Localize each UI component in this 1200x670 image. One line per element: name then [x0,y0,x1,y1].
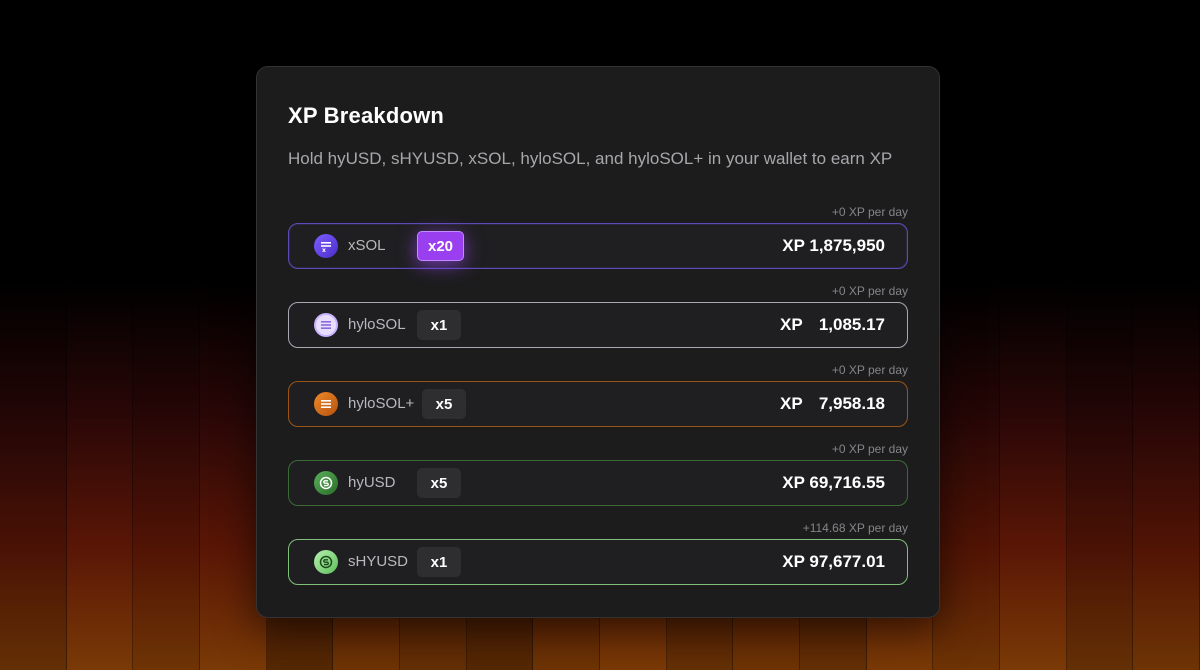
token-name: xSOL [348,237,386,254]
per-day-rate: +0 XP per day [831,363,908,377]
hyusd-icon [314,471,338,495]
xsol-icon: x [314,234,338,258]
token-name: hyloSOL [348,316,406,333]
card-title: XP Breakdown [288,103,445,128]
multiplier-badge: x5 [417,468,461,498]
token-row[interactable]: hyloSOL x1 XP 1,085.17 [288,302,908,348]
svg-text:x: x [322,247,326,253]
multiplier-badge: x1 [417,547,461,577]
card-subtitle: Hold hyUSD, sHYUSD, xSOL, hyloSOL, and h… [288,149,893,168]
token-name: hyUSD [348,474,396,491]
token-row[interactable]: hyloSOL+ x5 XP 7,958.18 [288,381,908,427]
per-day-rate: +0 XP per day [831,284,908,298]
multiplier-badge: x5 [422,389,466,419]
shyusd-icon [314,550,338,574]
xp-breakdown-card: XP Breakdown Hold hyUSD, sHYUSD, xSOL, h… [256,66,940,618]
token-row[interactable]: x xSOL x20 XP 1,875,950 [288,223,908,269]
token-row[interactable]: sHYUSD x1 XP 97,677.01 [288,539,908,585]
xp-label: XP [780,315,803,334]
per-day-rate: +0 XP per day [831,205,908,219]
token-name: sHYUSD [348,553,409,570]
hylosol-icon [314,313,338,337]
per-day-rate: +114.68 XP per day [802,521,908,535]
per-day-rate: +0 XP per day [831,442,908,456]
xp-label: XP [780,394,803,413]
token-name: hyloSOL+ [348,395,415,412]
hylosol-plus-icon [314,392,338,416]
multiplier-badge: x20 [417,231,465,261]
xp-value: XP 69,716.55 [782,473,885,492]
xp-value: XP 97,677.01 [782,552,885,571]
xp-value: 7,958.18 [818,394,885,413]
xp-value: 1,085.17 [818,315,885,334]
multiplier-badge: x1 [417,310,461,340]
token-row[interactable]: hyUSD x5 XP 69,716.55 [288,460,908,506]
xp-value: XP 1,875,950 [782,236,885,255]
